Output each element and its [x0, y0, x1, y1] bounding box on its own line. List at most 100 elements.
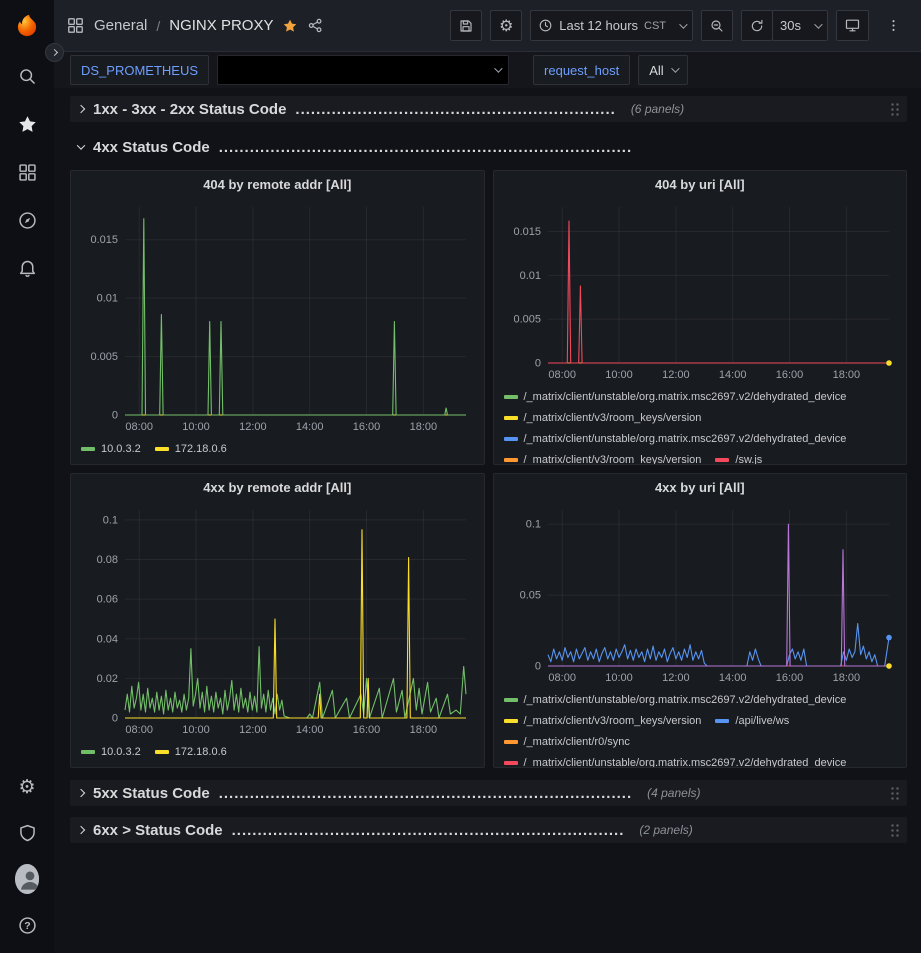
svg-text:?: ? — [24, 920, 30, 932]
legend-item[interactable]: /_matrix/client/unstable/org.matrix.msc2… — [504, 389, 847, 404]
timeseries-chart[interactable]: 00.0050.010.01508:0010:0012:0014:0016:00… — [502, 199, 899, 385]
svg-text:0.01: 0.01 — [519, 270, 540, 282]
row-drag-handle-icon[interactable] — [890, 102, 899, 116]
panel-title[interactable]: 4xx by remote addr [All] — [79, 480, 476, 502]
svg-text:10:00: 10:00 — [605, 672, 633, 684]
series-color-mark — [504, 395, 518, 399]
grafana-logo-icon[interactable] — [10, 10, 44, 44]
row-panel-count: (6 panels) — [631, 102, 684, 116]
sidebar-item-help[interactable]: ? — [15, 913, 39, 937]
sidebar-item-starred[interactable] — [15, 112, 39, 136]
series-color-mark — [504, 416, 518, 420]
chevron-down-icon — [77, 141, 85, 149]
svg-text:14:00: 14:00 — [718, 369, 746, 381]
refresh-interval-picker[interactable]: 30s — [772, 10, 828, 41]
share-icon[interactable] — [307, 17, 324, 34]
row-header-4xx[interactable]: 4xx Status Code ........................… — [70, 134, 907, 160]
svg-text:14:00: 14:00 — [718, 672, 746, 684]
svg-text:0.005: 0.005 — [90, 351, 118, 363]
svg-text:08:00: 08:00 — [125, 724, 153, 736]
row-drag-handle-icon[interactable] — [890, 823, 899, 837]
svg-text:16:00: 16:00 — [775, 369, 803, 381]
dashboard-settings-button[interactable]: ⚙ — [490, 10, 522, 41]
svg-text:08:00: 08:00 — [548, 369, 576, 381]
sidebar-expand-button[interactable] — [45, 43, 64, 62]
series-color-mark — [81, 447, 95, 451]
panel-legend: 10.0.3.2 172.18.0.6 — [79, 441, 476, 456]
sidebar-item-profile[interactable] — [15, 867, 39, 891]
svg-text:16:00: 16:00 — [353, 724, 381, 736]
time-range-picker[interactable]: Last 12 hours CST — [530, 10, 693, 41]
legend-item[interactable]: /_matrix/client/r0/sync — [504, 734, 630, 749]
request-host-picker[interactable]: All — [638, 55, 687, 85]
timeseries-chart[interactable]: 00.020.040.060.080.108:0010:0012:0014:00… — [79, 502, 476, 740]
legend-item[interactable]: /api/live/ws — [715, 713, 789, 728]
svg-text:0.015: 0.015 — [90, 234, 118, 246]
legend-item[interactable]: 10.0.3.2 — [81, 441, 141, 456]
series-label: /sw.js — [735, 454, 762, 466]
panel-404-by-uri: 404 by uri [All] 0 0.005 0.01 0.015 08:00 10:… — [493, 170, 908, 465]
svg-text:18:00: 18:00 — [410, 724, 438, 736]
legend-item[interactable]: 172.18.0.6 — [155, 441, 227, 456]
timeseries-chart[interactable]: 00.0050.010.01508:0010:0012:0014:0016:00… — [79, 199, 476, 437]
panel-title[interactable]: 404 by uri [All] — [502, 177, 899, 199]
svg-text:0.005: 0.005 — [513, 314, 541, 326]
zoom-out-icon — [709, 18, 725, 34]
svg-text:0: 0 — [112, 713, 118, 725]
favorite-star-icon[interactable] — [282, 18, 298, 34]
svg-text:10:00: 10:00 — [605, 369, 633, 381]
panel-title[interactable]: 404 by remote addr [All] — [79, 177, 476, 199]
series-label: /_matrix/client/v3/room_keys/version — [524, 454, 702, 466]
zoom-out-time-button[interactable] — [701, 10, 733, 41]
series-color-mark — [504, 698, 518, 702]
dashboard-body: 1xx - 3xx - 2xx Status Code ............… — [70, 96, 907, 843]
row-header-1xx-3xx-2xx[interactable]: 1xx - 3xx - 2xx Status Code ............… — [70, 96, 907, 122]
bell-icon — [17, 258, 38, 279]
series-color-mark — [155, 750, 169, 754]
save-dashboard-button[interactable] — [450, 10, 482, 41]
sidebar-item-configuration[interactable]: ⚙ — [15, 775, 39, 799]
legend-item[interactable]: /sw.js — [715, 452, 762, 465]
datasource-picker[interactable] — [217, 55, 509, 85]
series-color-mark — [155, 447, 169, 451]
chevron-right-icon — [77, 105, 85, 113]
svg-text:0.04: 0.04 — [97, 633, 118, 645]
svg-text:0: 0 — [534, 358, 540, 370]
refresh-icon — [749, 18, 765, 34]
page-title[interactable]: NGINX PROXY — [169, 17, 273, 34]
sidebar-item-explore[interactable] — [15, 208, 39, 232]
datasource-variable-label[interactable]: DS_PROMETHEUS — [70, 55, 209, 85]
series-color-mark — [504, 761, 518, 765]
legend-item[interactable]: /_matrix/client/v3/room_keys/version — [504, 452, 702, 465]
legend-item[interactable]: /_matrix/client/unstable/org.matrix.msc2… — [504, 755, 847, 768]
legend-item[interactable]: /_matrix/client/v3/room_keys/version — [504, 410, 702, 425]
timeseries-chart[interactable]: 00.050.108:0010:0012:0014:0016:0018:00 — [502, 502, 899, 688]
kebab-menu-button[interactable] — [877, 10, 909, 41]
breadcrumb-section[interactable]: General — [94, 17, 147, 34]
sidebar-item-server-admin[interactable] — [15, 821, 39, 845]
svg-text:0: 0 — [112, 410, 118, 422]
panel-title[interactable]: 4xx by uri [All] — [502, 480, 899, 502]
legend-item[interactable]: 172.18.0.6 — [155, 744, 227, 759]
row-header-6xx[interactable]: 6xx > Status Code ......................… — [70, 817, 907, 843]
refresh-interval-label: 30s — [780, 18, 801, 33]
legend-item[interactable]: /_matrix/client/v3/room_keys/version — [504, 713, 702, 728]
legend-item[interactable]: /_matrix/client/unstable/org.matrix.msc2… — [504, 431, 847, 446]
legend-item[interactable]: /_matrix/client/unstable/org.matrix.msc2… — [504, 692, 847, 707]
sidebar-item-alerting[interactable] — [15, 256, 39, 280]
refresh-button[interactable] — [741, 10, 773, 41]
gear-icon: ⚙ — [18, 778, 35, 797]
row-header-5xx[interactable]: 5xx Status Code ........................… — [70, 780, 907, 806]
sidebar-nav — [15, 64, 39, 280]
tv-mode-button[interactable] — [836, 10, 869, 41]
svg-text:0.015: 0.015 — [513, 226, 541, 238]
row-drag-handle-icon[interactable] — [890, 786, 899, 800]
legend-item[interactable]: 10.0.3.2 — [81, 744, 141, 759]
variables-bar: DS_PROMETHEUS request_host All — [54, 52, 921, 88]
save-icon — [458, 18, 474, 34]
request-host-variable-label[interactable]: request_host — [533, 55, 630, 85]
sidebar-item-dashboards[interactable] — [15, 160, 39, 184]
series-color-mark — [81, 750, 95, 754]
clock-icon — [538, 18, 553, 33]
sidebar-item-search[interactable] — [15, 64, 39, 88]
